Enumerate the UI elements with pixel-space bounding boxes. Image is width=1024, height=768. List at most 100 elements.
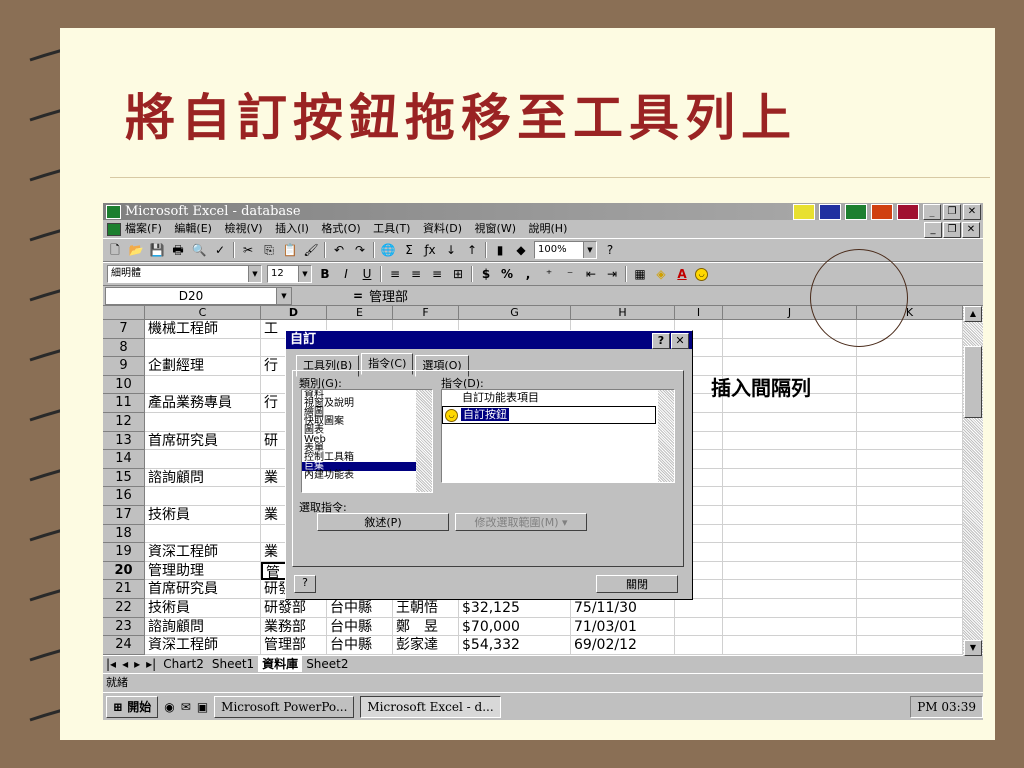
cell-k24[interactable] [857, 636, 963, 655]
cell-j24[interactable] [723, 636, 857, 655]
vertical-scrollbar[interactable]: ▲ ▼ [963, 306, 983, 656]
tab-chart2[interactable]: Chart2 [159, 656, 208, 672]
cell-c23[interactable]: 諮詢顧問 [145, 617, 261, 637]
align-left-icon[interactable]: ≡ [387, 266, 403, 283]
sort-asc-icon[interactable]: ↓ [443, 242, 459, 259]
cell-i24[interactable] [675, 636, 723, 655]
describe-button[interactable]: 敘述(P) [317, 513, 449, 531]
cell-k13[interactable] [857, 431, 963, 451]
close-dialog-button[interactable]: 關閉 [596, 575, 678, 593]
cell-c12[interactable] [145, 413, 261, 432]
cell-k10[interactable] [857, 375, 963, 395]
undo-icon[interactable]: ↶ [331, 242, 347, 259]
taskbar-excel[interactable]: Microsoft Excel - d... [360, 696, 501, 718]
cell-k20[interactable] [857, 561, 963, 581]
dialog-close-button[interactable]: ✕ [671, 333, 689, 349]
cell-c7[interactable]: 機械工程師 [145, 320, 261, 339]
cell-h24[interactable]: 69/02/12 [571, 636, 675, 655]
cell-c10[interactable] [145, 375, 261, 395]
tab-sheet2[interactable]: Sheet2 [302, 656, 352, 672]
cell-c16[interactable] [145, 487, 261, 506]
cell-c13[interactable]: 首席研究員 [145, 431, 261, 451]
doc-close-button[interactable]: ✕ [962, 222, 980, 238]
menu-insert[interactable]: 插入(I) [275, 222, 309, 235]
cell-k18[interactable] [857, 524, 963, 544]
save-icon[interactable]: 💾 [149, 242, 165, 259]
cell-c19[interactable]: 資深工程師 [145, 543, 261, 562]
close-button[interactable]: ✕ [963, 204, 981, 220]
col-header-c[interactable]: C [145, 306, 261, 320]
command-item[interactable]: 自訂功能表項目 [442, 390, 674, 406]
cell-j19[interactable] [723, 543, 857, 562]
row-header[interactable]: 10 [103, 375, 145, 395]
cell-e22[interactable]: 台中縣 [327, 599, 393, 618]
row-header[interactable]: 16 [103, 487, 145, 506]
cell-d23[interactable]: 業務部 [261, 617, 327, 637]
window-titlebar[interactable]: Microsoft Excel - database _ ❐ ✕ [103, 203, 983, 220]
zoom-select[interactable]: 100% ▼ [534, 241, 597, 259]
custom-smiley-button[interactable]: ◡ [695, 266, 711, 283]
cell-k9[interactable] [857, 357, 963, 376]
row-header[interactable]: 18 [103, 524, 145, 544]
row-header[interactable]: 12 [103, 413, 145, 432]
comma-button[interactable]: , [520, 266, 536, 283]
cell-h22[interactable]: 75/11/30 [571, 599, 675, 618]
cell-j16[interactable] [723, 487, 857, 506]
cut-icon[interactable]: ✂ [240, 242, 256, 259]
modify-selection-button[interactable]: 修改選取範圍(M) ▾ [455, 513, 587, 531]
cell-c21[interactable]: 首席研究員 [145, 580, 261, 599]
align-center-icon[interactable]: ≡ [408, 266, 424, 283]
col-header-g[interactable]: G [459, 306, 571, 320]
cell-c11[interactable]: 產品業務專員 [145, 394, 261, 413]
col-header-h[interactable]: H [571, 306, 675, 320]
increase-indent-icon[interactable]: ⇥ [604, 266, 620, 283]
cell-k22[interactable] [857, 599, 963, 618]
cell-g24[interactable]: $54,332 [459, 636, 571, 655]
office-app-icon[interactable] [793, 204, 815, 220]
redo-icon[interactable]: ↷ [352, 242, 368, 259]
align-right-icon[interactable]: ≡ [429, 266, 445, 283]
row-header[interactable]: 23 [103, 617, 145, 637]
cell-e24[interactable]: 台中縣 [327, 636, 393, 655]
menu-edit[interactable]: 編輯(E) [174, 222, 212, 235]
start-button[interactable]: ⊞ 開始 [106, 696, 159, 718]
function-icon[interactable]: ƒx [422, 242, 438, 259]
select-all-corner[interactable] [103, 306, 145, 320]
row-header[interactable]: 14 [103, 450, 145, 469]
formula-input[interactable]: 管理部 [369, 286, 408, 305]
autosum-icon[interactable]: Σ [401, 242, 417, 259]
row-header[interactable]: 19 [103, 543, 145, 562]
cell-j18[interactable] [723, 524, 857, 544]
tab-nav-last-icon[interactable]: ▸| [143, 656, 159, 672]
powerpoint-icon[interactable] [871, 204, 893, 220]
menu-tools[interactable]: 工具(T) [373, 222, 410, 235]
tab-nav-next-icon[interactable]: ▸ [131, 656, 143, 672]
cell-k11[interactable] [857, 394, 963, 413]
cell-j12[interactable] [723, 413, 857, 432]
dialog-titlebar[interactable]: 自訂 ? ✕ [286, 331, 692, 349]
row-header[interactable]: 15 [103, 468, 145, 488]
cell-c17[interactable]: 技術員 [145, 506, 261, 525]
row-header[interactable]: 20 [103, 561, 145, 581]
scroll-thumb[interactable] [964, 346, 982, 418]
col-header-d[interactable]: D [261, 306, 327, 320]
quicklaunch-desktop-icon[interactable]: ▣ [197, 700, 208, 714]
font-color-icon[interactable]: A [674, 266, 690, 283]
dialog-help-button[interactable]: ? [652, 333, 670, 349]
decrease-indent-icon[interactable]: ⇤ [583, 266, 599, 283]
cell-j21[interactable] [723, 580, 857, 599]
minimize-button[interactable]: _ [923, 204, 941, 220]
excel-app-icon[interactable] [845, 204, 867, 220]
command-item-custom-button[interactable]: ◡ 自訂按鈕 [442, 406, 656, 424]
cell-f22[interactable]: 王朝悟 [393, 599, 459, 618]
command-scrollbar[interactable] [658, 390, 674, 482]
cell-j13[interactable] [723, 431, 857, 451]
underline-button[interactable]: U [359, 266, 375, 283]
percent-button[interactable]: % [499, 266, 515, 283]
chart-wizard-icon[interactable]: ▮ [492, 242, 508, 259]
cell-c22[interactable]: 技術員 [145, 599, 261, 618]
row-header[interactable]: 17 [103, 506, 145, 525]
cell-j22[interactable] [723, 599, 857, 618]
row-header[interactable]: 8 [103, 338, 145, 358]
row-header[interactable]: 22 [103, 599, 145, 618]
